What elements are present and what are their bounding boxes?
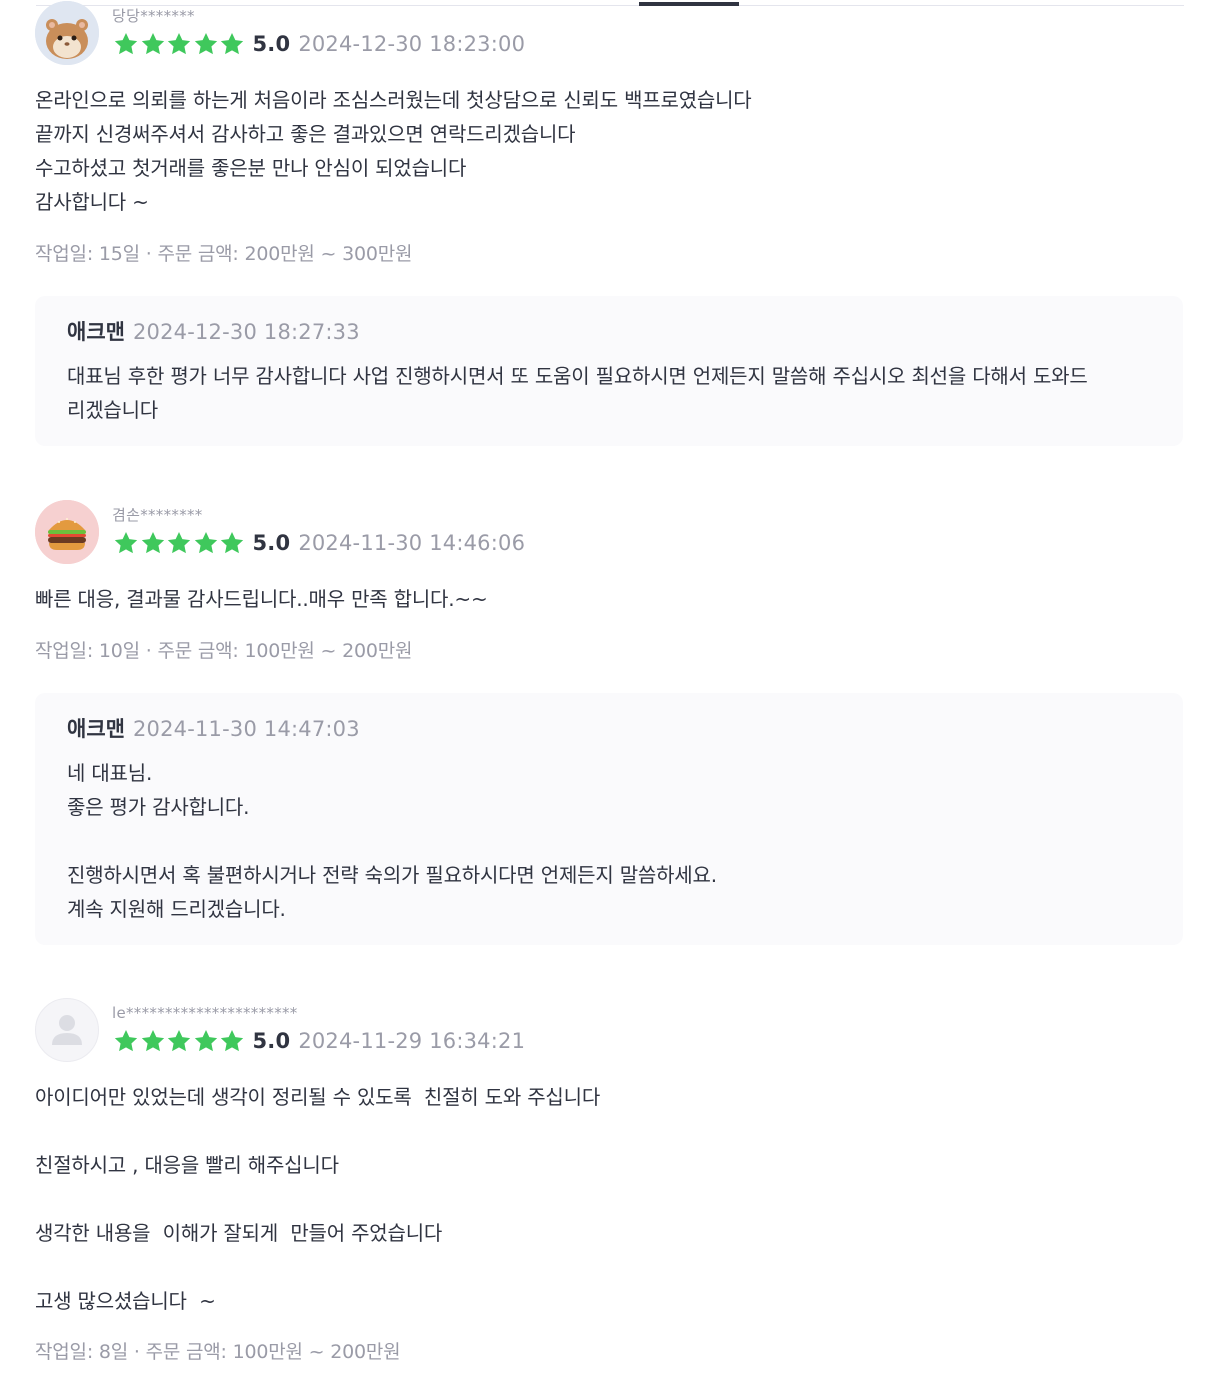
default-user-avatar-icon (35, 998, 99, 1062)
review-date: 2024-11-29 16:34:21 (298, 1029, 526, 1053)
star-icon (141, 1029, 164, 1052)
review-text: 빠른 대응, 결과물 감사드립니다..매우 만족 합니다.~~ (35, 587, 488, 611)
rating-score: 5.0 (252, 32, 291, 56)
star-icon (194, 1029, 217, 1052)
star-icon (114, 531, 138, 554)
reply-header: 애크맨 2024-12-30 18:27:33 (67, 316, 1151, 346)
rating-row: 5.0 2024-12-30 18:23:00 (113, 29, 525, 59)
review-item: le********************** 5.0 2024-11-29 … (35, 998, 1185, 1062)
hamburger-avatar-icon (35, 500, 99, 564)
seller-reply: 애크맨 2024-11-30 14:47:03 네 대표님. 좋은 평가 감사합… (35, 693, 1183, 945)
star-icon (167, 32, 191, 55)
rating-score: 5.0 (252, 531, 291, 555)
star-rating (113, 31, 246, 57)
review-header: le********************** 5.0 2024-11-29 … (35, 998, 1185, 1062)
reply-date: 2024-11-30 14:47:03 (132, 717, 360, 741)
reply-header: 애크맨 2024-11-30 14:47:03 (67, 713, 1151, 743)
star-icon (220, 1029, 244, 1052)
star-icon (220, 32, 244, 55)
review-meta: 작업일: 15일 · 주문 금액: 200만원 ~ 300만원 (35, 243, 413, 265)
star-icon (114, 32, 138, 55)
review-username: 겸손******** (112, 506, 203, 524)
review-text: 온라인으로 의뢰를 하는게 처음이라 조심스러웠는데 첫상담으로 신뢰도 백프로… (35, 88, 752, 214)
review-item: 겸손******** 5.0 2024-11-30 14:46:06 (35, 500, 1185, 564)
review-username: le********************** (112, 1004, 298, 1022)
review-meta: 작업일: 8일 · 주문 금액: 100만원 ~ 200만원 (35, 1341, 401, 1363)
reply-author: 애크맨 (67, 717, 125, 741)
review-header: 겸손******** 5.0 2024-11-30 14:46:06 (35, 500, 1185, 564)
star-icon (194, 32, 217, 55)
star-icon (114, 1029, 138, 1052)
star-rating (113, 1028, 246, 1054)
star-icon (167, 531, 191, 554)
star-icon (220, 531, 244, 554)
review-item: 당당******* 5.0 2024-12-30 18:23:00 (35, 1, 1185, 65)
rating-score: 5.0 (252, 1029, 291, 1053)
star-rating (113, 530, 246, 556)
review-header: 당당******* 5.0 2024-12-30 18:23:00 (35, 1, 1185, 65)
star-icon (141, 32, 164, 55)
reply-text: 네 대표님. 좋은 평가 감사합니다. 진행하시면서 혹 불편하시거나 전략 숙… (67, 761, 717, 921)
review-meta: 작업일: 10일 · 주문 금액: 100만원 ~ 200만원 (35, 640, 413, 662)
reply-text: 대표님 후한 평가 너무 감사합니다 사업 진행하시면서 또 도움이 필요하시면… (67, 364, 1088, 422)
review-username: 당당******* (112, 7, 195, 25)
star-icon (141, 531, 164, 554)
review-text: 아이디어만 있었는데 생각이 정리될 수 있도록 친절히 도와 주십니다 친절하… (35, 1085, 601, 1313)
review-date: 2024-12-30 18:23:00 (298, 32, 526, 56)
seller-reply: 애크맨 2024-12-30 18:27:33 대표님 후한 평가 너무 감사합… (35, 296, 1183, 446)
rating-row: 5.0 2024-11-30 14:46:06 (113, 528, 525, 558)
star-icon (194, 531, 217, 554)
review-date: 2024-11-30 14:46:06 (298, 531, 526, 555)
reply-author: 애크맨 (67, 320, 125, 344)
reply-date: 2024-12-30 18:27:33 (132, 320, 360, 344)
hamster-avatar-icon (35, 1, 99, 65)
rating-row: 5.0 2024-11-29 16:34:21 (113, 1026, 525, 1056)
star-icon (167, 1029, 191, 1052)
